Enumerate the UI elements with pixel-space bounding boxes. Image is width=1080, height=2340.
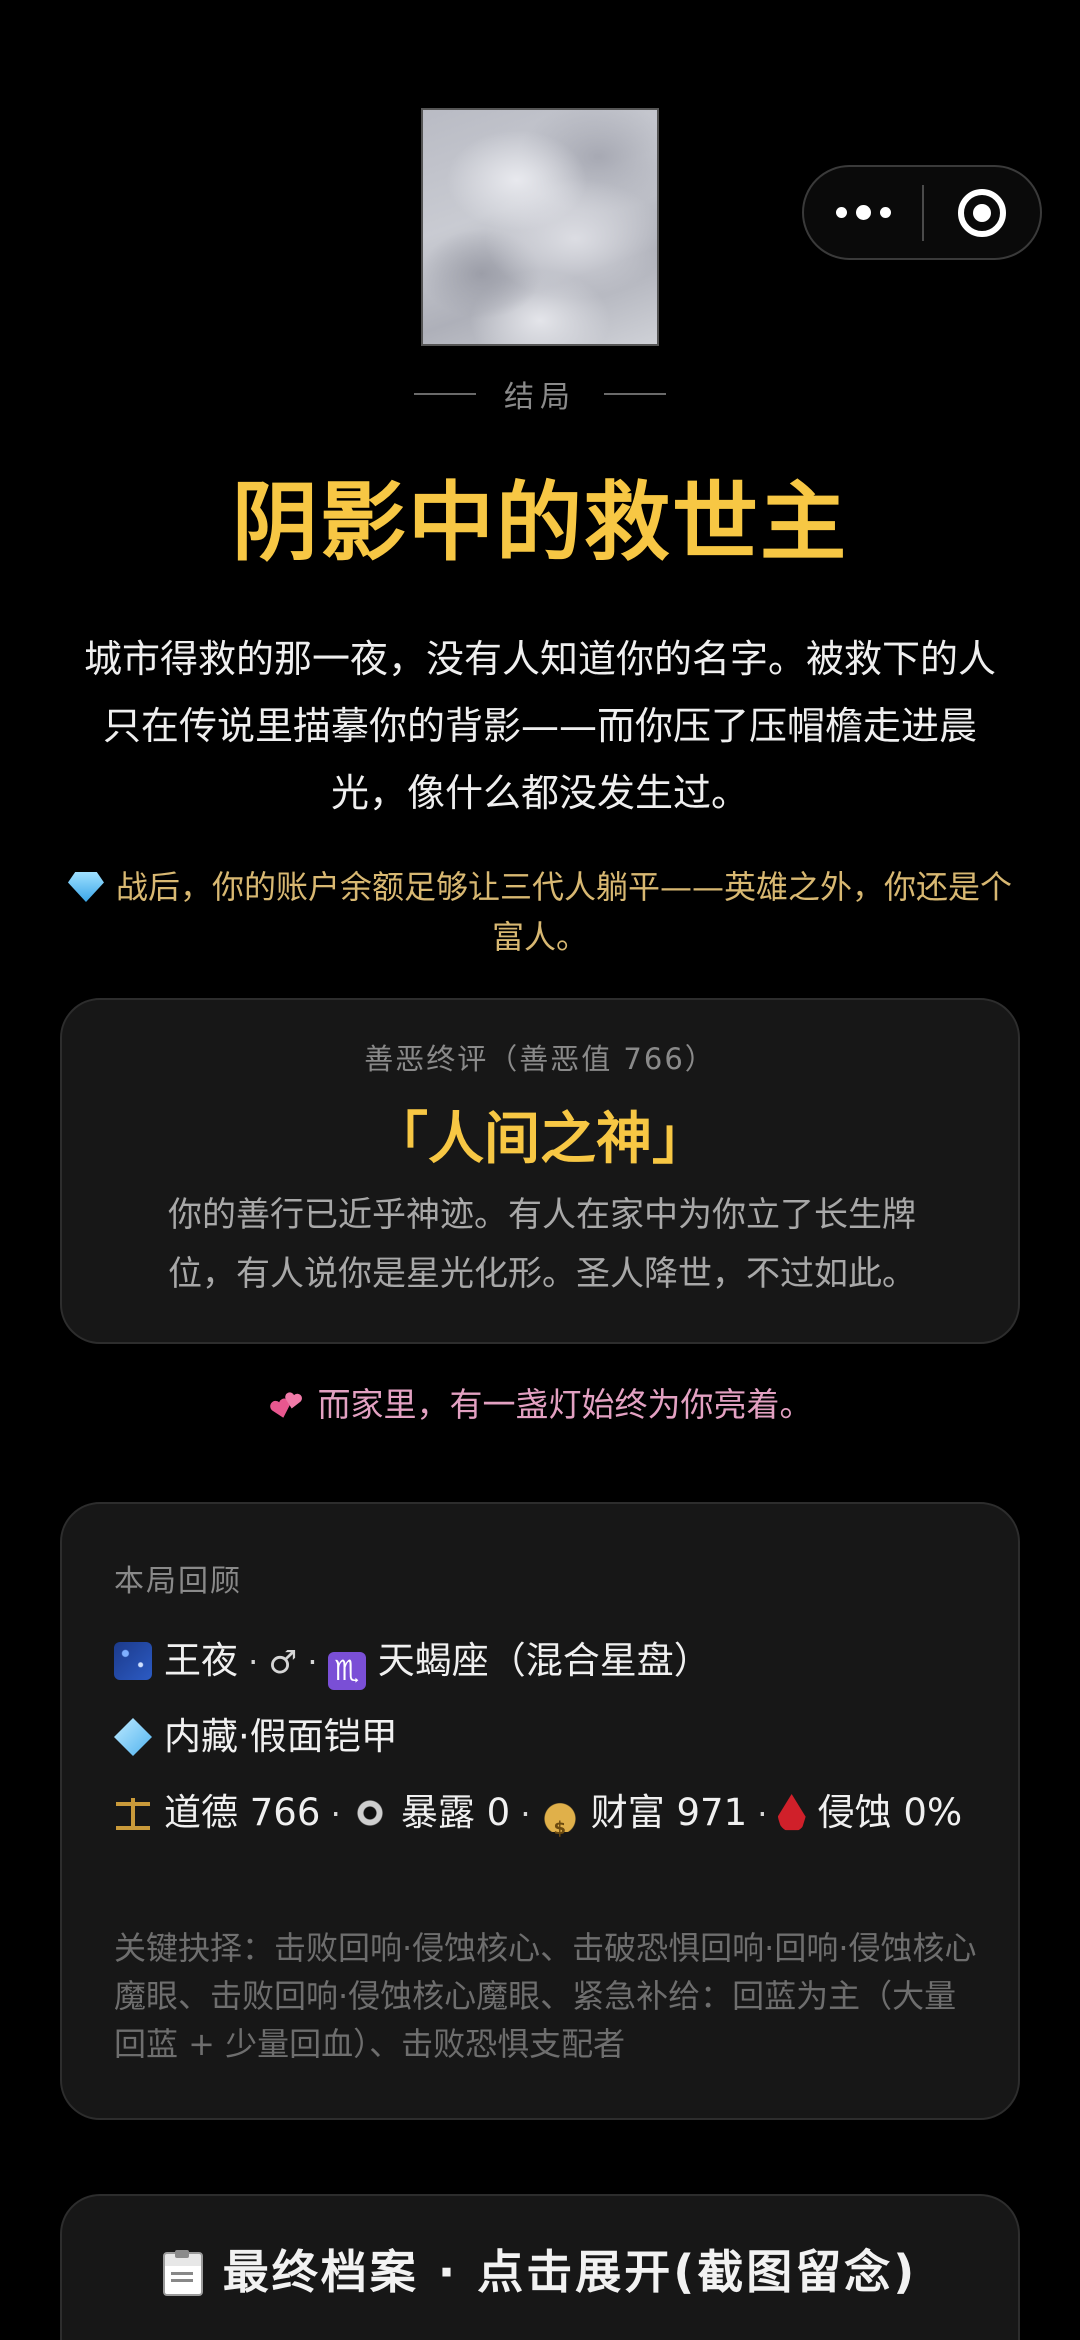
verdict-card: 善恶终评（善恶值 766） 「人间之神」 你的善行已近乎神迹。有人在家中为你立了… xyxy=(60,998,1020,1344)
review-card: 本局回顾 王夜 · ♂ · ♏ 天蝎座（混合星盘） 内藏·假面铠甲 道德 766 … xyxy=(60,1502,1020,2120)
zodiac-sign: 天蝎座（混合星盘） xyxy=(377,1639,711,1682)
final-archive-button[interactable]: 最终档案 · 点击展开(截图留念) xyxy=(60,2194,1020,2340)
hearts-icon xyxy=(268,1388,306,1422)
exposure-value: 0 xyxy=(486,1791,511,1834)
verdict-name: 「人间之神」 xyxy=(372,1107,708,1172)
wealth-note: 战后，你的账户余额足够让三代人躺平——英雄之外，你还是个富人。 xyxy=(60,862,1020,962)
final-archive-text: 最终档案 · 点击展开(截图留念) xyxy=(222,2245,918,2299)
verdict-label: 善恶终评（善恶值 766） xyxy=(364,1042,716,1076)
wealth-note-text: 战后，你的账户余额足够让三代人躺平——英雄之外，你还是个富人。 xyxy=(115,868,1012,956)
scale-icon xyxy=(114,1794,152,1832)
close-button[interactable] xyxy=(924,167,1040,258)
blood-drop-icon xyxy=(777,1794,806,1831)
ending-title: 阴影中的救世主 xyxy=(232,473,848,573)
wealth-label: 财富 xyxy=(590,1791,665,1834)
gender-icon: ♂ xyxy=(268,1643,298,1681)
erosion-value: 0% xyxy=(903,1791,963,1834)
money-bag-icon xyxy=(540,1794,579,1858)
eye-icon xyxy=(350,1794,389,1832)
verdict-description: 你的善行已近乎神迹。有人在家中为你立了长生牌位，有人说你是星光化形。圣人降世，不… xyxy=(168,1195,916,1294)
character-name: 王夜 xyxy=(164,1639,238,1682)
clipboard-icon xyxy=(162,2250,203,2296)
morality-value: 766 xyxy=(249,1791,321,1834)
ending-story: 城市得救的那一夜，没有人知道你的名字。被救下的人只在传说里描摹你的背影——而你压… xyxy=(83,637,996,815)
ending-screen: 结局 阴影中的救世主 城市得救的那一夜，没有人知道你的名字。被救下的人只在传说里… xyxy=(0,0,1080,2340)
talent-row: 内藏·假面铠甲 xyxy=(114,1708,984,1766)
talent-text: 内藏·假面铠甲 xyxy=(164,1715,398,1758)
character-row: 王夜 · ♂ · ♏ 天蝎座（混合星盘） xyxy=(114,1632,984,1691)
family-note: 而家里，有一盏灯始终为你亮着。 xyxy=(0,1378,1080,1426)
erosion-label: 侵蚀 xyxy=(817,1791,892,1834)
night-sky-icon xyxy=(114,1642,152,1680)
wealth-value: 971 xyxy=(676,1791,748,1834)
mini-program-capsule xyxy=(802,165,1042,260)
divider-right xyxy=(604,393,666,395)
exposure-label: 暴露 xyxy=(400,1791,475,1834)
divider-left xyxy=(414,393,476,395)
stats-row: 道德 766 · 暴露 0 · 财富 971 · 侵蚀 0% xyxy=(114,1784,984,1858)
target-close-icon xyxy=(958,188,1006,237)
more-dots-icon[interactable] xyxy=(804,167,922,258)
ending-cover-image xyxy=(421,108,659,346)
scorpio-icon: ♏ xyxy=(327,1652,366,1690)
morality-label: 道德 xyxy=(164,1791,238,1834)
ending-label-text: 结局 xyxy=(504,380,576,415)
crystal-icon xyxy=(114,1718,152,1756)
final-archive-label: 最终档案 · 点击展开(截图留念) xyxy=(162,2236,918,2302)
gem-icon xyxy=(67,872,104,902)
review-label: 本局回顾 xyxy=(114,1564,242,1599)
key-choices: 关键抉择：击败回响·侵蚀核心、击破恐惧回响·回响·侵蚀核心魔眼、击败回响·侵蚀核… xyxy=(114,1929,977,2063)
family-note-text: 而家里，有一盏灯始终为你亮着。 xyxy=(317,1385,813,1424)
ending-label: 结局 xyxy=(0,372,1080,416)
